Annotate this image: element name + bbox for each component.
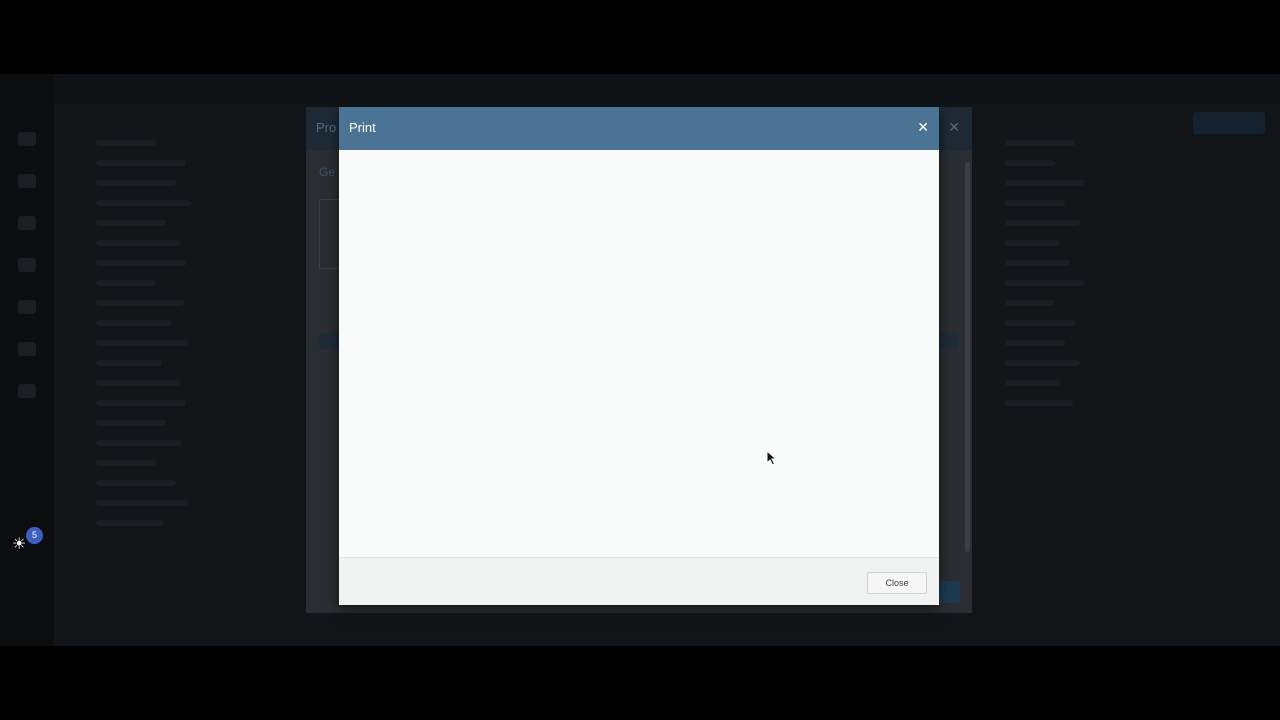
screen: Pro ✕ Ge Print ✕ Close ☀ 5 — [0, 0, 1280, 720]
rail-icon — [18, 300, 36, 314]
print-dialog: Print ✕ Close — [339, 107, 939, 605]
print-dialog-title: Print — [349, 120, 376, 135]
background-modal-scrollbar — [965, 162, 970, 552]
print-dialog-footer: Close — [339, 557, 939, 605]
close-icon[interactable]: ✕ — [917, 119, 929, 135]
print-dialog-header: Print ✕ — [339, 107, 939, 150]
background-modal-close-icon: ✕ — [948, 119, 960, 135]
app-left-list — [60, 140, 260, 610]
notification-badge: 5 — [26, 527, 43, 544]
app-primary-button — [1193, 112, 1265, 134]
background-modal-title: Pro — [316, 120, 337, 135]
close-button[interactable]: Close — [867, 572, 927, 594]
lightbulb-icon: ☀ — [12, 536, 27, 553]
mouse-cursor-icon — [766, 450, 778, 466]
background-modal-subtitle: Ge — [319, 165, 336, 179]
rail-icon — [18, 342, 36, 356]
rail-icon — [18, 174, 36, 188]
app-right-panel — [985, 140, 1275, 610]
rail-icon — [18, 258, 36, 272]
help-widget[interactable]: ☀ 5 — [12, 527, 43, 555]
rail-icon — [18, 132, 36, 146]
print-preview-area — [339, 150, 939, 557]
app-side-rail — [0, 74, 54, 646]
app-topbar — [54, 74, 1280, 104]
rail-icon — [18, 384, 36, 398]
rail-icon — [18, 216, 36, 230]
